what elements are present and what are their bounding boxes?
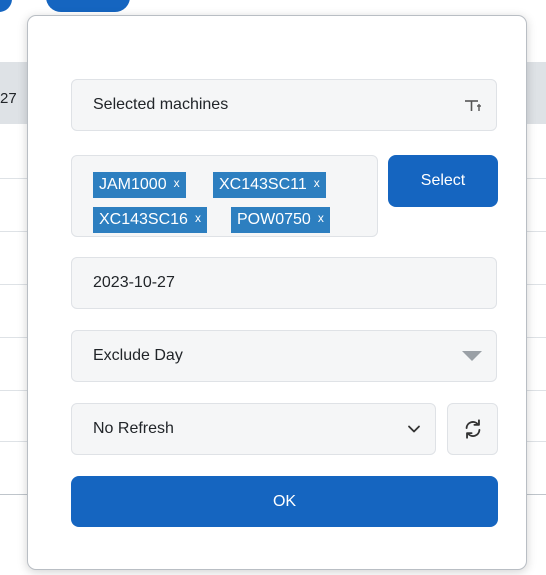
remove-tag-button[interactable]: x <box>195 211 201 225</box>
machine-tag[interactable]: XC143SC11 x <box>213 172 326 198</box>
machine-tag[interactable]: JAM1000 x <box>93 172 186 198</box>
select-machines-button[interactable]: Select <box>388 155 498 207</box>
remove-tag-button[interactable]: x <box>318 211 324 225</box>
exclude-day-value: Exclude Day <box>93 347 183 364</box>
background-cell-text: 27 <box>0 90 17 107</box>
machine-tag[interactable]: XC143SC16 x <box>93 207 207 233</box>
remove-tag-button[interactable]: x <box>174 176 180 190</box>
caret-down-icon <box>462 351 482 361</box>
chevron-down-icon <box>408 425 420 433</box>
background-toolbar-button <box>46 0 130 12</box>
selected-machines-placeholder: Selected machines <box>93 96 229 113</box>
machine-tag[interactable]: POW0750 x <box>231 207 330 233</box>
selected-machines-tags: JAM1000 x XC143SC11 x XC143SC16 x POW0750 x <box>71 155 378 237</box>
selected-machines-filter[interactable]: Selected machines <box>71 79 497 131</box>
remove-tag-button[interactable]: x <box>314 176 320 190</box>
machine-tag-label: POW0750 <box>237 211 311 228</box>
machine-tag-label: XC143SC11 <box>219 176 307 193</box>
machine-selection-dialog: Selected machines JAM1000 x XC143SC11 x XC… <box>27 15 527 570</box>
refresh-icon <box>465 419 480 439</box>
ok-button[interactable]: OK <box>71 476 498 527</box>
exclude-day-dropdown[interactable]: Exclude Day <box>71 330 497 382</box>
filter-clear-icon[interactable] <box>464 97 482 113</box>
refresh-button[interactable] <box>447 403 498 455</box>
refresh-interval-value: No Refresh <box>93 420 174 437</box>
date-value: 2023-10-27 <box>93 274 175 291</box>
refresh-interval-select[interactable]: No Refresh <box>71 403 436 455</box>
machine-tag-label: JAM1000 <box>99 176 167 193</box>
background-pill-button <box>0 0 12 12</box>
date-input[interactable]: 2023-10-27 <box>71 257 497 309</box>
machine-tag-label: XC143SC16 <box>99 211 188 228</box>
